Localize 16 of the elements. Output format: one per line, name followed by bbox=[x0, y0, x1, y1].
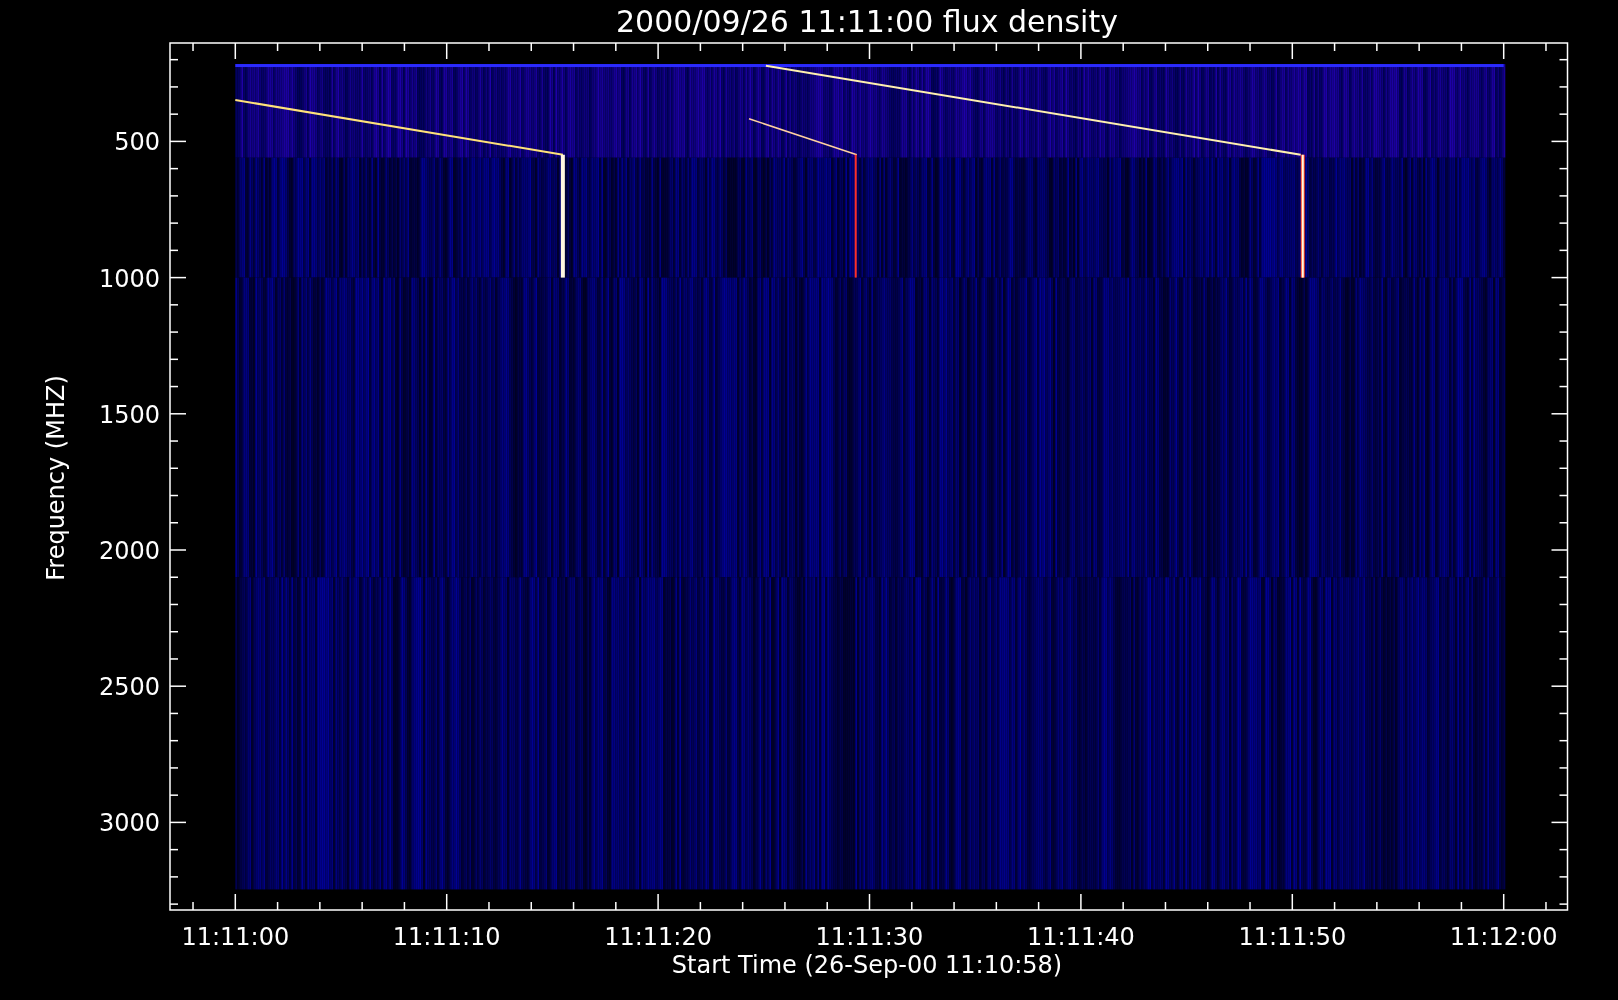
x-tick-label: 11:11:30 bbox=[815, 923, 924, 951]
y-axis-label: Frequency (MHZ) bbox=[42, 375, 70, 581]
x-axis-label: Start Time (26-Sep-00 11:10:58) bbox=[671, 951, 1063, 979]
x-tick-label: 11:11:50 bbox=[1238, 923, 1347, 951]
x-tick-label: 11:12:00 bbox=[1449, 923, 1558, 951]
y-tick-label: 3000 bbox=[98, 809, 160, 838]
x-tick-label: 11:11:10 bbox=[392, 923, 501, 951]
y-tick-label: 1000 bbox=[98, 264, 160, 293]
y-tick-label: 1500 bbox=[98, 400, 160, 429]
y-tick-label: 2500 bbox=[98, 673, 160, 702]
y-tick-label: 2000 bbox=[98, 537, 160, 565]
y-tick-label: 500 bbox=[114, 128, 160, 157]
x-tick-label: 11:11:40 bbox=[1027, 923, 1135, 951]
x-tick-label: 11:11:00 bbox=[181, 923, 290, 951]
chart-title: 2000/09/26 11:11:00 flux density bbox=[616, 4, 1118, 39]
x-tick-label: 11:11:20 bbox=[604, 923, 712, 951]
